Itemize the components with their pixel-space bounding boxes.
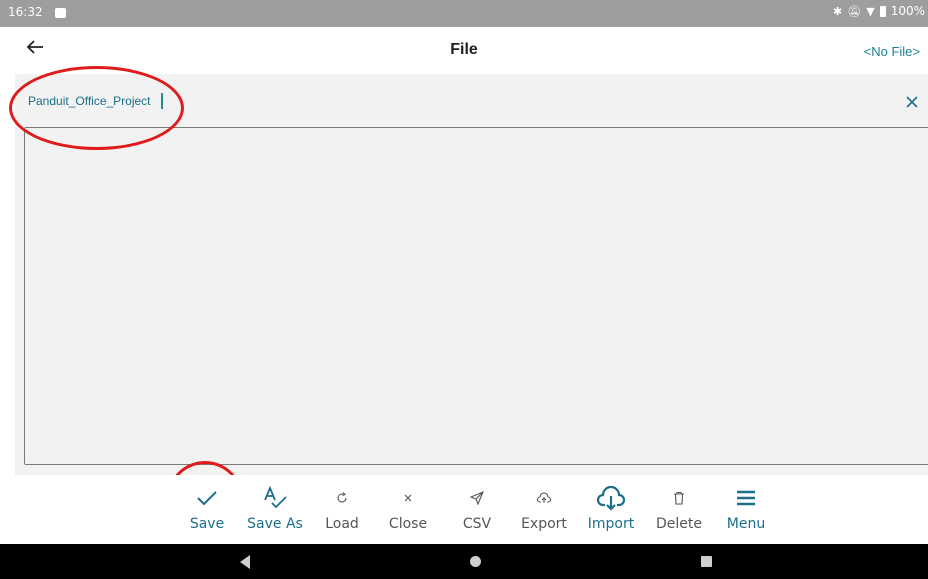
- battery-level: 100%: [890, 4, 925, 18]
- status-bar: 16:32 ✱ 🔕︎ ▼ 100%: [0, 0, 928, 27]
- save-label: Save: [189, 516, 225, 532]
- export-label: Export: [521, 516, 567, 532]
- cloud-upload-icon: [512, 485, 576, 511]
- nav-home-icon[interactable]: [470, 556, 481, 567]
- file-name-input[interactable]: [28, 94, 328, 108]
- bluetooth-icon: ✱: [833, 4, 843, 18]
- delete-button[interactable]: Delete: [647, 485, 711, 543]
- status-time: 16:32: [8, 5, 43, 19]
- file-name-row: [15, 74, 928, 126]
- check-icon: [175, 485, 239, 511]
- save-as-button[interactable]: Save As: [243, 485, 307, 543]
- close-label: Close: [388, 516, 428, 532]
- file-list-area[interactable]: [24, 127, 928, 465]
- export-button[interactable]: Export: [512, 485, 576, 543]
- save-as-label: Save As: [247, 516, 303, 532]
- menu-button[interactable]: Menu: [714, 485, 778, 543]
- csv-label: CSV: [462, 516, 492, 532]
- mute-icon: 🔕︎: [847, 4, 862, 18]
- load-button[interactable]: Load: [310, 485, 374, 543]
- trash-icon: [647, 485, 711, 511]
- image-icon: [55, 8, 66, 18]
- menu-icon: [714, 485, 778, 511]
- current-file-link[interactable]: <No File>: [864, 44, 920, 59]
- page-title: File: [450, 41, 478, 58]
- import-label: Import: [587, 516, 635, 532]
- file-editor-panel: [15, 74, 928, 475]
- save-button[interactable]: Save: [175, 485, 239, 543]
- status-icons: ✱ 🔕︎ ▼ 100%: [833, 4, 925, 18]
- spellcheck-icon: [243, 485, 307, 511]
- menu-label: Menu: [726, 516, 766, 532]
- close-icon[interactable]: [904, 94, 920, 110]
- text-cursor: [161, 93, 163, 109]
- wifi-icon: ▼: [866, 4, 875, 18]
- close-icon: [376, 485, 440, 511]
- battery-icon: [879, 5, 886, 17]
- refresh-icon: [310, 485, 374, 511]
- bottom-toolbar: Save Save As Load Close CSV Export Impor…: [0, 475, 928, 544]
- load-label: Load: [325, 516, 359, 532]
- csv-button[interactable]: CSV: [445, 485, 509, 543]
- nav-recents-icon[interactable]: [701, 556, 712, 567]
- close-button[interactable]: Close: [376, 485, 440, 543]
- send-icon: [445, 485, 509, 511]
- system-nav-bar: [0, 544, 928, 579]
- import-button[interactable]: Import: [579, 485, 643, 543]
- app-bar: File <No File>: [0, 27, 928, 74]
- nav-back-icon[interactable]: [240, 555, 250, 569]
- delete-label: Delete: [656, 516, 702, 532]
- cloud-download-icon: [579, 485, 643, 511]
